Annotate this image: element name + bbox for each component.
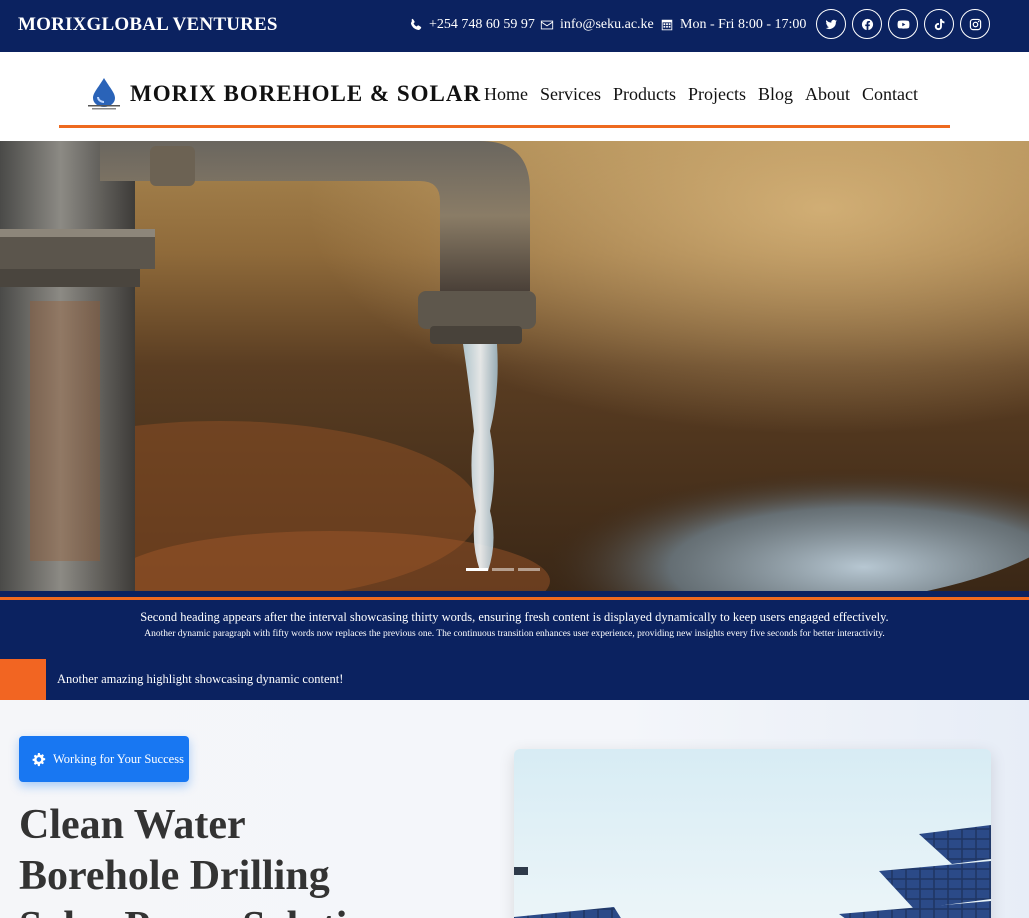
carousel-indicator-3[interactable] — [518, 568, 540, 571]
hero-section: Working for Your Success Clean Water Bor… — [0, 700, 1029, 918]
hero-image — [0, 141, 1029, 591]
carousel-indicator-2[interactable] — [492, 568, 514, 571]
nav-item-contact[interactable]: Contact — [862, 84, 918, 105]
ticker-tag — [0, 659, 46, 700]
envelope-icon — [540, 20, 554, 30]
ticker-text: Another amazing highlight showcasing dyn… — [57, 672, 344, 686]
headline-line-3: Solar Pump Solutions — [19, 902, 408, 918]
success-badge[interactable]: Working for Your Success — [19, 736, 189, 782]
carousel-indicators — [466, 568, 540, 571]
banner-accent-line — [0, 597, 1029, 600]
tiktok-icon — [934, 18, 944, 30]
instagram-icon — [969, 18, 981, 30]
solar-panels-image — [514, 749, 991, 918]
banner-heading: Second heading appears after the interva… — [140, 610, 889, 624]
gear-icon — [32, 752, 46, 766]
dynamic-banner: Second heading appears after the interva… — [0, 591, 1029, 659]
nav-item-products[interactable]: Products — [613, 84, 676, 105]
banner-paragraph: Another dynamic paragraph with fifty wor… — [144, 629, 885, 639]
office-hours: Mon - Fri 8:00 - 17:00 — [680, 17, 807, 32]
nav-item-about[interactable]: About — [805, 84, 850, 105]
carousel-indicator-1[interactable] — [466, 568, 488, 571]
phone-number: +254 748 60 59 97 — [429, 17, 535, 32]
brand-name[interactable]: MORIX BOREHOLE & SOLAR — [130, 81, 481, 107]
main-navbar: MORIX BOREHOLE & SOLAR Home Services Pro… — [0, 52, 1029, 141]
headline-line-1: Clean Water — [19, 802, 246, 848]
youtube-link[interactable] — [888, 9, 918, 39]
nav-item-services[interactable]: Services — [540, 84, 601, 105]
phone-contact[interactable]: +254 748 60 59 97 — [409, 17, 535, 33]
nav-item-home[interactable]: Home — [484, 84, 528, 105]
nav-item-projects[interactable]: Projects — [688, 84, 746, 105]
company-logo[interactable] — [84, 76, 124, 112]
hero-carousel[interactable] — [0, 141, 1029, 591]
calendar-icon — [661, 19, 673, 31]
facebook-icon — [861, 18, 873, 30]
headline-line-2: Borehole Drilling — [19, 853, 330, 899]
top-brand[interactable]: MORIXGLOBAL VENTURES — [18, 14, 278, 36]
twitter-link[interactable] — [816, 9, 846, 39]
hours-info: Mon - Fri 8:00 - 17:00 — [660, 17, 806, 33]
youtube-icon — [897, 19, 909, 29]
twitter-icon — [825, 19, 837, 29]
top-bar: MORIXGLOBAL VENTURES +254 748 60 59 97 i… — [0, 0, 1029, 52]
hero-headline: Clean Water Borehole Drilling Solar Pump… — [19, 800, 408, 918]
tiktok-link[interactable] — [924, 9, 954, 39]
social-links — [816, 9, 990, 39]
badge-label: Working for Your Success — [53, 751, 184, 766]
instagram-link[interactable] — [960, 9, 990, 39]
solar-illustration — [514, 749, 991, 918]
nav-divider — [59, 125, 950, 128]
email-contact[interactable]: info@seku.ac.ke — [540, 17, 654, 33]
nav-menu: Home Services Products Projects Blog Abo… — [484, 84, 918, 105]
nav-item-blog[interactable]: Blog — [758, 84, 793, 105]
facebook-link[interactable] — [852, 9, 882, 39]
phone-icon — [410, 18, 422, 31]
highlight-ticker: Another amazing highlight showcasing dyn… — [0, 659, 1029, 700]
email-address: info@seku.ac.ke — [560, 17, 654, 32]
